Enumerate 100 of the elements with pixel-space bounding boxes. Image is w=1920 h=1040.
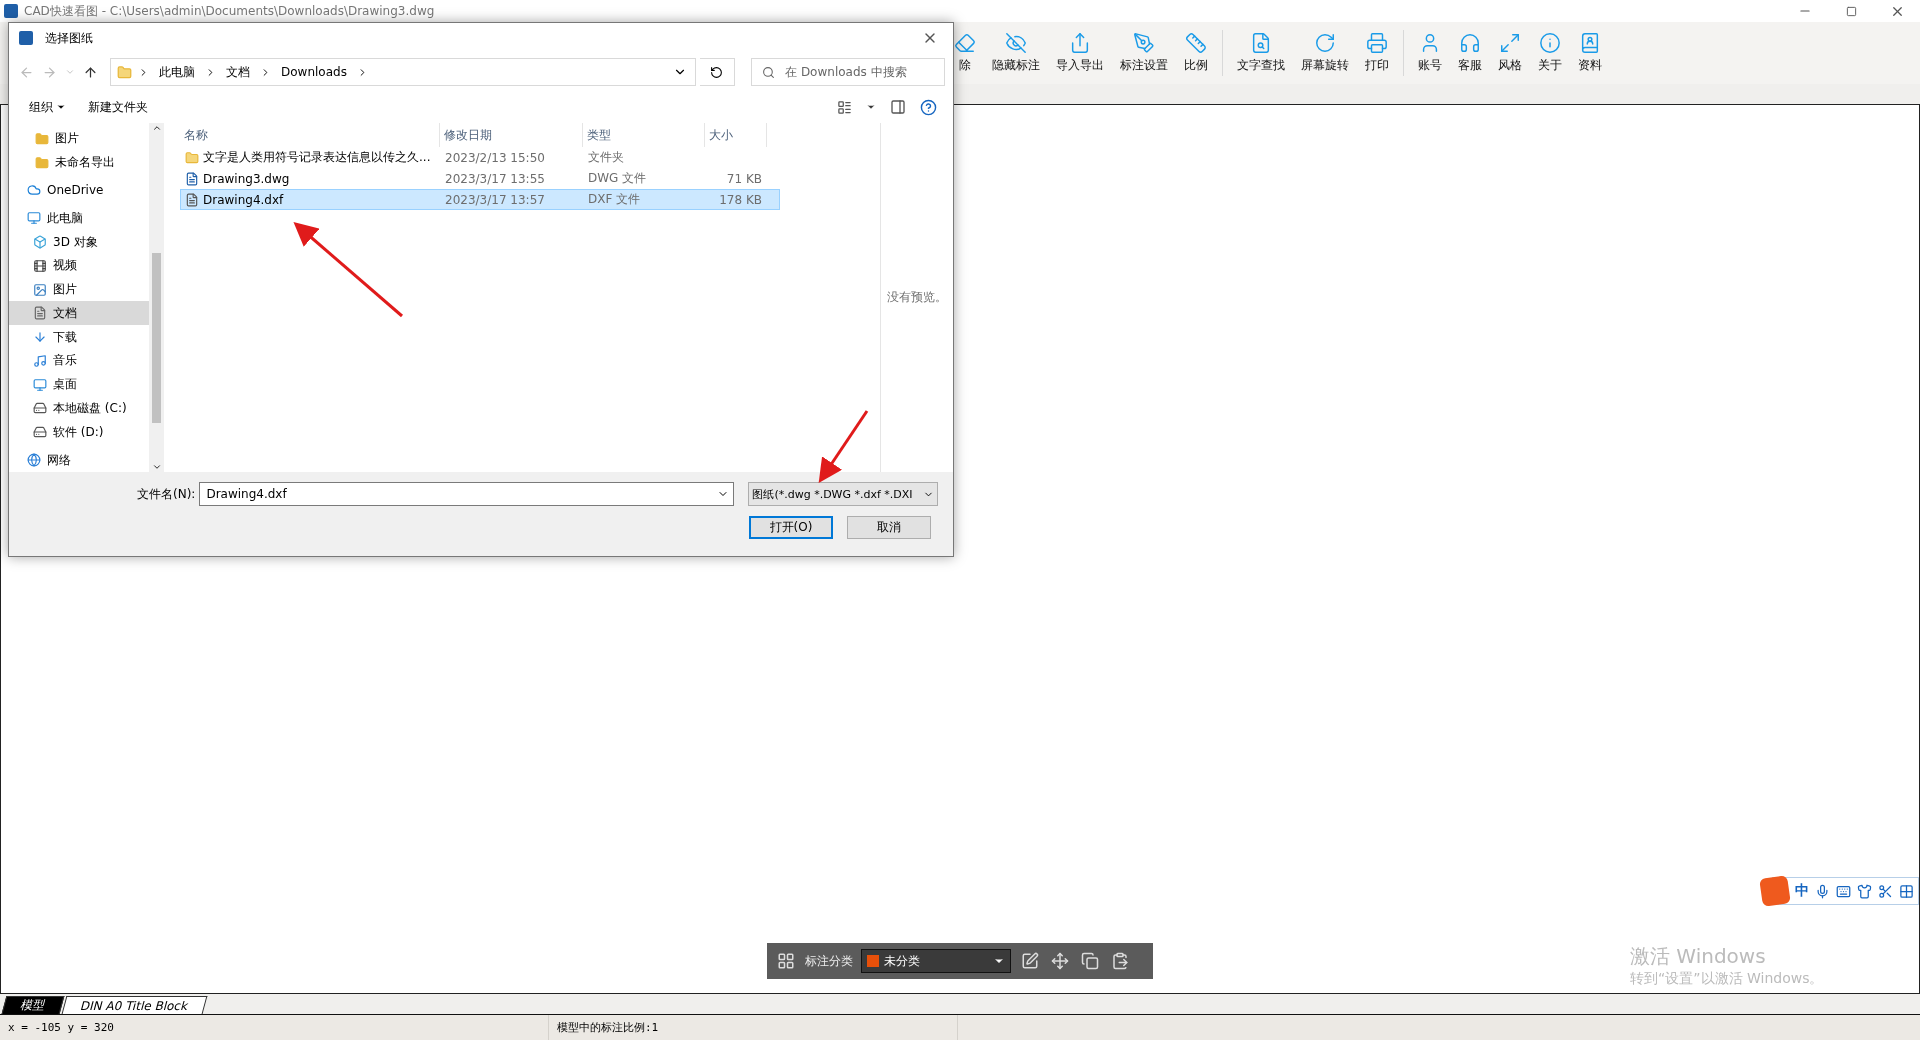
move-icon	[1051, 952, 1069, 970]
dialog-title: 选择图纸	[45, 29, 94, 47]
address-bar[interactable]: 此电脑 文档 Downloads	[110, 58, 696, 86]
layout-tab[interactable]: 模型	[1, 996, 65, 1014]
scrollbar[interactable]	[149, 123, 164, 472]
hide-icon	[1005, 32, 1027, 54]
sidebar-item[interactable]: OneDrive	[9, 178, 149, 203]
annotation-scale-text: 模型中的标注比例:1	[549, 1015, 958, 1040]
ruler-icon	[1185, 32, 1207, 54]
toolbar-button[interactable]: 隐藏标注	[984, 30, 1048, 76]
toolbar-button[interactable]: 打印	[1357, 30, 1397, 76]
window-title: CAD快速看图 - C:\Users\admin\Documents\Downloads\Drawing3.dwg	[24, 2, 436, 20]
sidebar-item[interactable]: 网络	[9, 448, 149, 472]
toolbar-button[interactable]: 比例	[1176, 30, 1216, 76]
paste-icon	[1111, 952, 1129, 970]
breadcrumb[interactable]: 文档	[222, 63, 254, 81]
sidebar-item[interactable]: 下载	[9, 325, 149, 350]
sidebar-item[interactable]: 本地磁盘 (C:)	[9, 396, 149, 421]
category-dropdown[interactable]: 未分类	[861, 949, 1011, 973]
filename-label: 文件名(N):	[137, 485, 196, 503]
cancel-button[interactable]: 取消	[847, 516, 931, 539]
scroll-down-icon[interactable]	[151, 462, 162, 472]
file-type-dropdown[interactable]: 图纸(*.dwg *.DWG *.dxf *.DXI	[748, 482, 939, 506]
preview-text: 没有预览。	[887, 289, 947, 306]
file-row[interactable]: Drawing4.dxf 2023/3/17 13:57 DXF 文件 178 KB	[180, 189, 780, 210]
sidebar-item[interactable]: 视频	[9, 253, 149, 278]
sidebar-item[interactable]: 图片	[9, 127, 149, 151]
forward-icon	[42, 64, 57, 80]
book-icon	[1579, 32, 1601, 54]
scroll-up-icon[interactable]	[151, 123, 162, 133]
file-row[interactable]: Drawing3.dwg 2023/3/17 13:55 DWG 文件 71 KB	[180, 168, 780, 189]
sidebar-item[interactable]: 音乐	[9, 349, 149, 373]
sidebar-item[interactable]: 文档	[9, 301, 149, 326]
doc-icon	[33, 306, 47, 321]
breadcrumb[interactable]: 此电脑	[155, 63, 199, 81]
help-button[interactable]	[918, 98, 939, 116]
breadcrumb[interactable]: Downloads	[277, 65, 351, 79]
grid-icon[interactable]	[1899, 883, 1914, 899]
column-header[interactable]: 大小	[705, 123, 767, 147]
back-icon	[19, 64, 34, 80]
open-button[interactable]: 打开(O)	[749, 516, 833, 539]
toolbar-button[interactable]: 账号	[1410, 30, 1450, 76]
sidebar-item[interactable]: 未命名导出	[9, 150, 149, 175]
shirt-icon[interactable]	[1857, 883, 1872, 899]
column-header[interactable]: 名称	[180, 123, 440, 147]
keyboard-icon[interactable]	[1836, 883, 1851, 899]
activation-title: 激活 Windows	[1630, 943, 1767, 970]
find-icon	[1250, 32, 1272, 54]
sidebar-item[interactable]: 3D 对象	[9, 230, 149, 254]
pen-icon	[1133, 32, 1155, 54]
headset-icon	[1459, 32, 1481, 54]
toolbar-button[interactable]: 标注设置	[1112, 30, 1176, 76]
erase-icon	[954, 32, 976, 54]
download-icon	[33, 330, 47, 345]
command-button[interactable]: 组织	[23, 97, 72, 117]
refresh-icon	[710, 65, 724, 79]
microphone-icon[interactable]	[1815, 883, 1830, 899]
layout-tab[interactable]: DIN A0 Title Block	[61, 996, 208, 1014]
drive-icon	[33, 425, 47, 440]
toolbar-button[interactable]: 除	[946, 30, 984, 76]
ime-mode[interactable]: 中	[1795, 882, 1809, 900]
folder-icon	[35, 131, 49, 146]
pc-icon	[27, 211, 41, 226]
command-button[interactable]: 新建文件夹	[82, 97, 154, 117]
export-icon	[1069, 32, 1091, 54]
column-header[interactable]: 类型	[583, 123, 705, 147]
scissors-icon[interactable]	[1878, 883, 1893, 899]
app-icon	[4, 4, 18, 18]
up-icon	[83, 64, 98, 80]
coordinates-text: x = -105 y = 320	[0, 1015, 549, 1040]
desktop-icon	[33, 377, 47, 392]
toolbar-button[interactable]: 关于	[1530, 30, 1570, 76]
sidebar-item[interactable]: 软件 (D:)	[9, 420, 149, 445]
toolbar-button[interactable]: 风格	[1490, 30, 1530, 76]
annotation-label: 标注分类	[805, 952, 853, 970]
help-icon	[920, 98, 937, 116]
filename-field[interactable]: Drawing4.dxf	[199, 482, 735, 506]
network-icon	[27, 453, 41, 468]
caret-icon	[866, 102, 876, 112]
refresh-button[interactable]	[699, 58, 736, 86]
preview-pane-button[interactable]	[888, 99, 908, 115]
sidebar-item[interactable]: 图片	[9, 277, 149, 302]
search-field[interactable]: 在 Downloads 中搜索	[751, 58, 945, 86]
copy-button[interactable]	[1079, 952, 1101, 970]
sidebar-item[interactable]: 此电脑	[9, 206, 149, 231]
toolbar-button[interactable]: 导入导出	[1048, 30, 1112, 76]
view-button[interactable]	[835, 99, 854, 115]
cube-icon	[33, 235, 47, 249]
column-header[interactable]: 修改日期	[440, 123, 583, 147]
toolbar-button[interactable]: 文字查找	[1229, 30, 1293, 76]
move-button[interactable]	[1049, 952, 1071, 970]
toolbar-button[interactable]: 客服	[1450, 30, 1490, 76]
search-icon	[762, 65, 776, 79]
file-row[interactable]: 文字是人类用符号记录表达信息以传之久... 2023/2/13 15:50 文件夹	[180, 147, 780, 168]
toolbar-button[interactable]: 屏幕旋转	[1293, 30, 1357, 76]
toolbar-button[interactable]: 资料	[1570, 30, 1610, 76]
copy-icon	[1081, 952, 1099, 970]
video-icon	[33, 258, 47, 273]
sidebar-item[interactable]: 桌面	[9, 372, 149, 397]
print-icon	[1366, 32, 1388, 54]
